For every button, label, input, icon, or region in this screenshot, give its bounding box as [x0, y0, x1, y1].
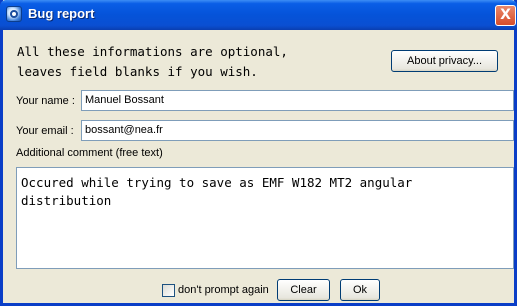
email-label: Your email :	[16, 125, 74, 137]
comment-textarea[interactable]: Occured while trying to save as EMF W182…	[16, 167, 514, 269]
dont-prompt-checkbox[interactable]	[162, 284, 175, 297]
bug-report-app-icon	[6, 6, 22, 22]
about-privacy-button[interactable]: About privacy...	[391, 50, 498, 72]
title-bar[interactable]: Bug report X	[0, 0, 517, 30]
name-label: Your name :	[16, 95, 75, 107]
window-title: Bug report	[28, 6, 95, 21]
comment-label: Additional comment (free text)	[16, 147, 163, 159]
name-field[interactable]: Manuel Bossant	[81, 90, 514, 111]
info-line-1: All these informations are optional,	[17, 44, 288, 59]
info-line-2: leaves field blanks if you wish.	[17, 64, 258, 79]
clear-button[interactable]: Clear	[277, 279, 330, 301]
close-icon[interactable]: X	[495, 5, 516, 26]
dont-prompt-label: don't prompt again	[178, 284, 269, 296]
ok-button[interactable]: Ok	[340, 279, 380, 301]
optional-info-text: All these informations are optional, lea…	[17, 42, 288, 82]
email-field[interactable]: bossant@nea.fr	[81, 120, 514, 141]
